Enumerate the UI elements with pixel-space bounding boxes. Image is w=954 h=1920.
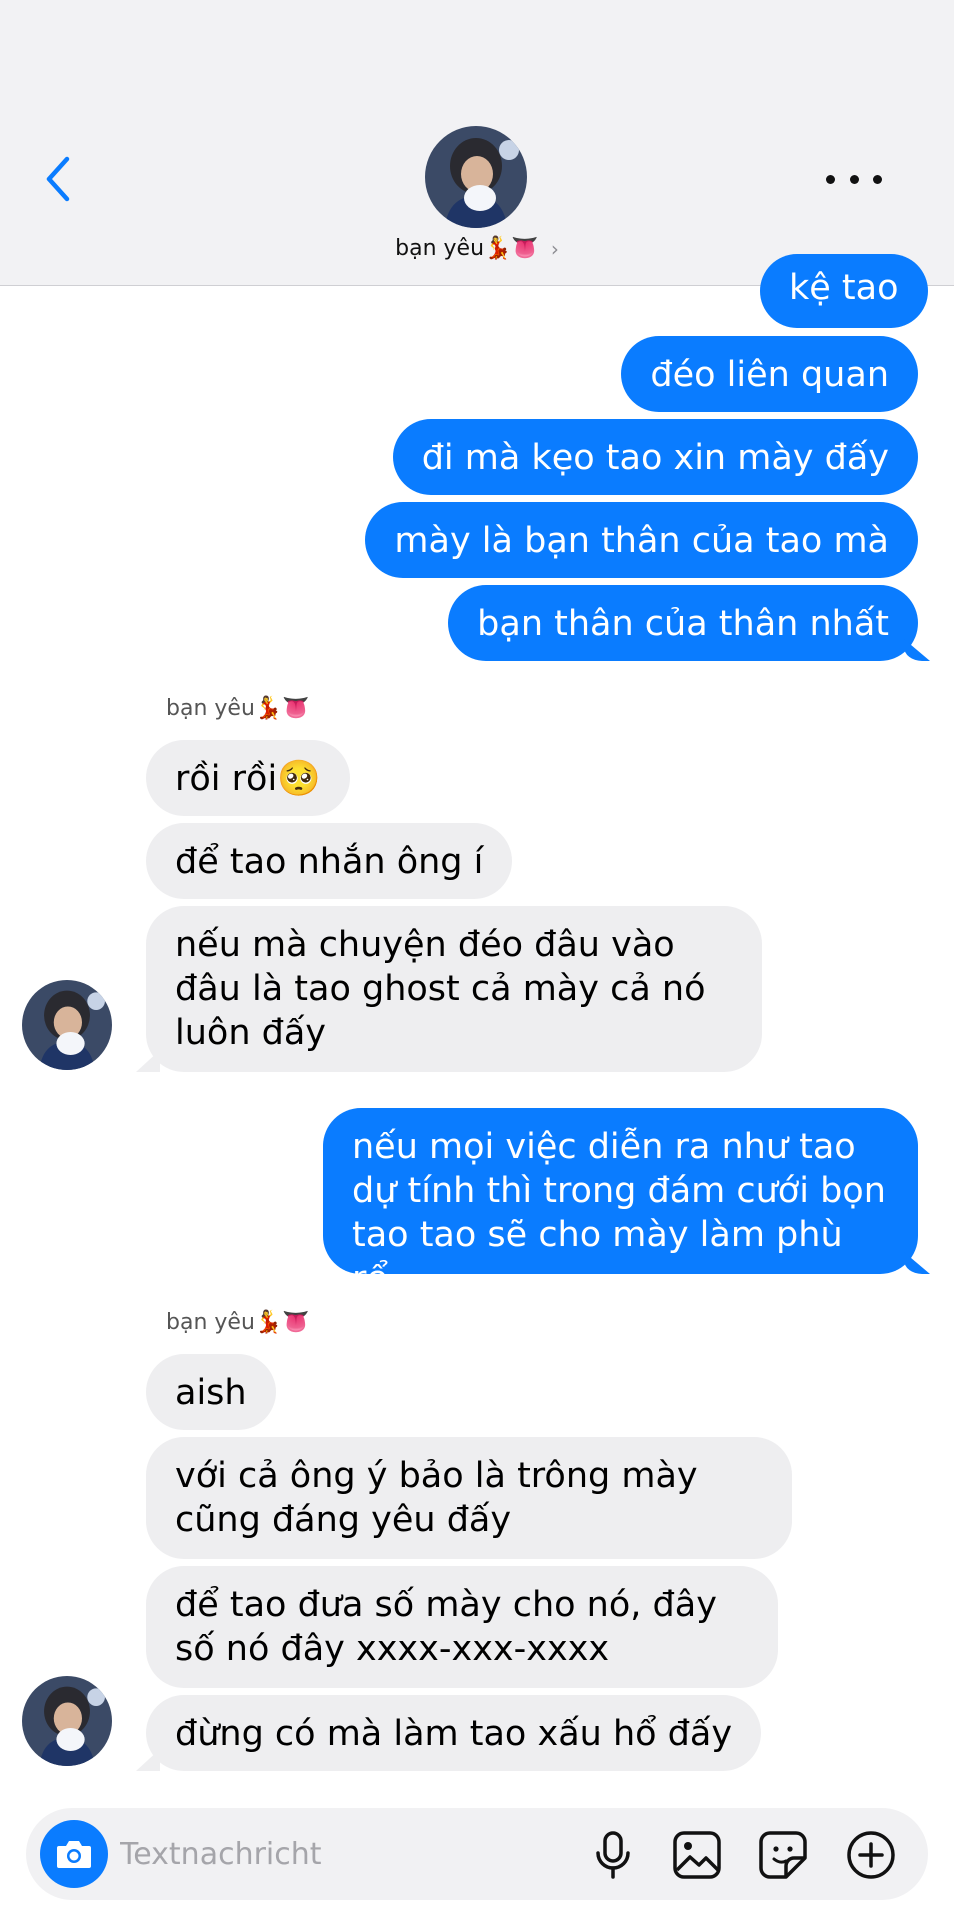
message-input[interactable]	[120, 1830, 570, 1878]
more-dots-icon	[826, 174, 835, 184]
message-bubble-outgoing[interactable]: mày là bạn thân của tao mà	[365, 502, 918, 578]
back-button[interactable]	[38, 152, 78, 206]
plus-circle-icon	[847, 1831, 895, 1879]
image-icon	[673, 1831, 721, 1879]
camera-button[interactable]	[40, 1820, 108, 1888]
message-bubble-outgoing[interactable]: bạn thân của thân nhất	[448, 585, 918, 661]
message-bubble-outgoing[interactable]: đéo liên quan	[621, 336, 918, 412]
add-button[interactable]	[844, 1828, 898, 1882]
conversation-header: bạn yêu💃👅 ›	[0, 0, 954, 286]
microphone-icon	[596, 1831, 630, 1879]
message-bubble-incoming[interactable]: nếu mà chuyện đéo đâu vào đâu là tao gho…	[146, 906, 762, 1072]
sticker-button[interactable]	[756, 1828, 810, 1882]
sender-label: bạn yêu💃👅	[166, 696, 310, 721]
message-bubble-outgoing[interactable]: kệ tao	[760, 254, 928, 328]
message-bubble-outgoing[interactable]: đi mà kẹo tao xin mày đấy	[392, 419, 918, 495]
message-bubble-incoming[interactable]: để tao nhắn ông í	[146, 823, 513, 899]
gallery-button[interactable]	[670, 1828, 724, 1882]
message-bubble-incoming[interactable]: đừng có mà làm tao xấu hổ đấy	[146, 1695, 762, 1771]
chevron-right-icon: ›	[550, 236, 559, 261]
message-bubble-incoming[interactable]: để tao đưa số mày cho nó, đây số nó đây …	[146, 1566, 778, 1688]
message-bubble-incoming[interactable]: rồi rồi🥺	[146, 740, 350, 816]
message-bubble-incoming[interactable]: aish	[146, 1354, 276, 1430]
message-bubble-incoming[interactable]: với cả ông ý bảo là trông mày cũng đáng …	[146, 1437, 792, 1559]
chevron-left-icon	[46, 156, 70, 202]
sender-label: bạn yêu💃👅	[166, 1310, 310, 1335]
more-options-button[interactable]	[826, 164, 882, 194]
contact-name: bạn yêu💃👅	[395, 236, 539, 261]
sender-avatar[interactable]	[22, 980, 112, 1070]
sender-avatar[interactable]	[22, 1676, 112, 1766]
message-composer	[26, 1808, 928, 1900]
sticker-icon	[759, 1831, 807, 1879]
message-bubble-outgoing[interactable]: nếu mọi việc diễn ra như tao dự tính thì…	[323, 1108, 918, 1299]
contact-avatar[interactable]	[425, 126, 527, 228]
camera-icon	[57, 1841, 91, 1868]
microphone-button[interactable]	[586, 1828, 640, 1882]
